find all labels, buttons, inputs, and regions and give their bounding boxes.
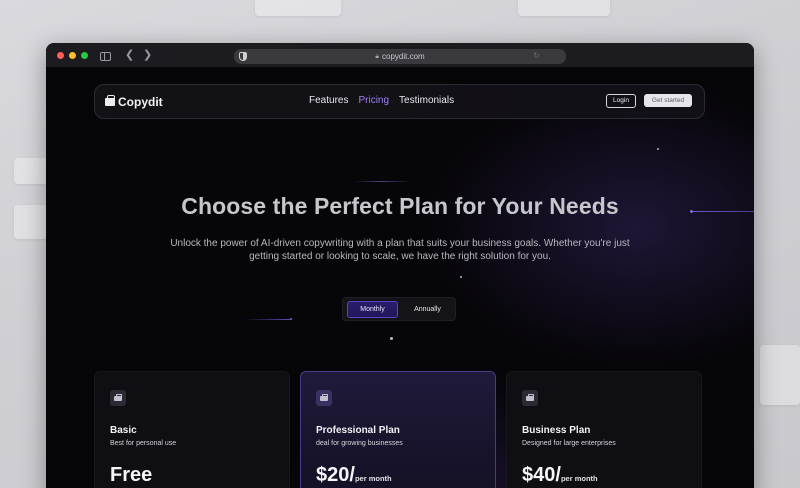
price-amount: Free — [110, 464, 153, 486]
close-window-button[interactable] — [57, 52, 64, 59]
decorative-dot — [460, 276, 462, 278]
background-block — [760, 345, 800, 405]
decorative-dot — [290, 318, 292, 320]
plan-price: Free — [110, 464, 152, 487]
briefcase-icon — [110, 390, 126, 406]
get-started-button[interactable]: Get started — [644, 94, 692, 107]
plan-card-basic[interactable]: Basic Best for personal use Free — [94, 371, 290, 488]
address-bar[interactable]: 🔒︎ copydit.com ↻ — [234, 49, 566, 64]
plan-name: Professional Plan — [316, 425, 400, 436]
price-amount: $20/ — [316, 464, 355, 486]
background-block — [255, 0, 341, 16]
briefcase-icon — [316, 390, 332, 406]
billing-period-toggle: Monthly Annually — [342, 297, 456, 321]
nav-link-pricing[interactable]: Pricing — [358, 95, 389, 106]
subtitle-line: Unlock the power of AI-driven copywritin… — [170, 238, 630, 249]
decorative-line — [353, 181, 411, 182]
plan-name: Business Plan — [522, 425, 591, 436]
brand-logo[interactable]: Copydit — [105, 95, 163, 109]
minimize-window-button[interactable] — [69, 52, 76, 59]
sidebar-toggle-icon[interactable] — [100, 52, 111, 61]
decorative-dot — [390, 337, 393, 340]
plan-description: Best for personal use — [110, 440, 177, 447]
lock-icon: 🔒︎ — [375, 52, 380, 60]
plan-description: deal for growing businesses — [316, 440, 403, 447]
nav-link-features[interactable]: Features — [309, 95, 348, 106]
maximize-window-button[interactable] — [81, 52, 88, 59]
page-subtitle: Unlock the power of AI-driven copywritin… — [146, 237, 654, 263]
price-amount: $40/ — [522, 464, 561, 486]
page-title: Choose the Perfect Plan for Your Needs — [181, 193, 619, 219]
login-button[interactable]: Login — [606, 94, 636, 108]
background-block — [14, 158, 48, 184]
page-content: Copydit Features Pricing Testimonials Lo… — [46, 67, 754, 488]
decorative-dot — [657, 148, 659, 150]
decorative-line — [244, 319, 290, 320]
background-block — [518, 0, 610, 16]
forward-arrow-icon[interactable]: ❯ — [143, 49, 152, 61]
price-period: per month — [560, 474, 598, 483]
browser-titlebar: ❮ ❯ 🔒︎ copydit.com ↻ — [46, 43, 754, 67]
plan-name: Basic — [110, 425, 137, 436]
site-navbar: Copydit Features Pricing Testimonials Lo… — [94, 84, 705, 119]
privacy-shield-icon[interactable] — [239, 52, 247, 61]
subtitle-line: getting started or looking to scale, we … — [249, 251, 551, 262]
briefcase-icon — [105, 95, 115, 106]
nav-link-testimonials[interactable]: Testimonials — [399, 95, 454, 106]
monthly-toggle-button[interactable]: Monthly — [347, 301, 398, 318]
briefcase-icon — [522, 390, 538, 406]
plan-description: Designed for large enterprises — [522, 440, 616, 447]
plan-card-business[interactable]: Business Plan Designed for large enterpr… — [506, 371, 702, 488]
annually-toggle-button[interactable]: Annually — [402, 301, 453, 318]
price-period: per month — [354, 474, 392, 483]
nav-links: Features Pricing Testimonials — [309, 95, 454, 106]
browser-window: ❮ ❯ 🔒︎ copydit.com ↻ Copydit Features Pr… — [46, 43, 754, 488]
reload-icon[interactable]: ↻ — [533, 51, 540, 60]
back-arrow-icon[interactable]: ❮ — [125, 49, 134, 61]
brand-name: Copydit — [118, 95, 163, 109]
plan-price: $20/per month — [316, 464, 392, 487]
plan-card-professional[interactable]: Professional Plan deal for growing busin… — [300, 371, 496, 488]
background-block — [14, 205, 48, 239]
url-text: copydit.com — [382, 52, 425, 61]
plan-price: $40/per month — [522, 464, 598, 487]
